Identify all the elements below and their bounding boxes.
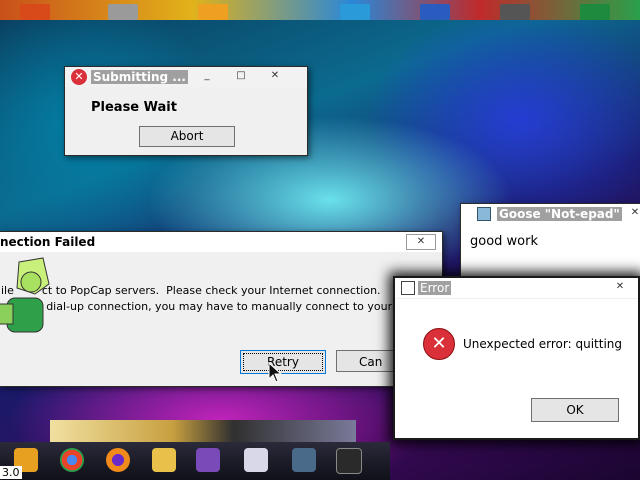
minimize-icon[interactable]: _ <box>193 69 221 83</box>
please-wait-message: Please Wait <box>91 100 177 115</box>
app-icon[interactable] <box>198 4 228 20</box>
titlebar[interactable]: nection Failed ✕ <box>0 232 442 252</box>
window-icon <box>401 281 415 295</box>
background-window-strip <box>50 420 356 442</box>
ok-button[interactable]: OK <box>531 398 619 422</box>
app-icon[interactable] <box>20 4 50 20</box>
cancel-button[interactable]: Can <box>336 350 396 372</box>
window-title: Goose "Not-epad" <box>497 207 622 221</box>
app-icon[interactable] <box>336 448 362 474</box>
notepad-icon <box>477 207 491 221</box>
app-icon[interactable] <box>108 4 138 20</box>
abort-button[interactable]: Abort <box>139 126 235 147</box>
maximize-icon[interactable]: □ <box>227 69 255 83</box>
error-message: Unexpected error: quitting <box>463 337 622 351</box>
app-icon[interactable] <box>340 4 370 20</box>
app-icon[interactable] <box>292 448 316 472</box>
connection-failed-dialog: nection Failed ✕ ile ct to PopCap server… <box>0 231 443 387</box>
submitting-dialog: ✕ Submitting ... _ □ ✕ Please Wait Abort <box>64 66 308 156</box>
close-icon[interactable]: ✕ <box>406 234 436 250</box>
close-icon[interactable]: ✕ <box>621 206 640 220</box>
peridot-character-image <box>0 254 65 344</box>
firefox-icon[interactable] <box>106 448 130 472</box>
corner-text: 3.0 <box>0 466 22 479</box>
file-explorer-icon[interactable] <box>152 448 176 472</box>
window-title: nection Failed <box>0 235 96 249</box>
desktop-icon-strip <box>0 0 640 20</box>
notepad-text[interactable]: good work <box>470 234 538 249</box>
error-dialog: Error ✕ ✕ Unexpected error: quitting OK <box>393 276 640 440</box>
goose-notepad-window: Goose "Not-epad" ✕ good work <box>460 203 640 285</box>
titlebar[interactable]: Goose "Not-epad" ✕ <box>461 204 640 224</box>
error-icon: ✕ <box>71 69 87 85</box>
word-icon[interactable] <box>420 4 450 20</box>
taskbar <box>0 442 390 480</box>
close-icon[interactable]: ✕ <box>606 280 634 294</box>
mouse-cursor <box>268 361 284 384</box>
app-icon[interactable] <box>244 448 268 472</box>
window-title: Submitting ... <box>91 70 188 84</box>
app-icon[interactable] <box>500 4 530 20</box>
titlebar[interactable]: ✕ Submitting ... _ □ ✕ <box>65 67 307 87</box>
error-icon: ✕ <box>423 328 455 360</box>
chrome-icon[interactable] <box>60 448 84 472</box>
window-title: Error <box>418 281 452 295</box>
app-icon[interactable] <box>196 448 220 472</box>
excel-icon[interactable] <box>580 4 610 20</box>
close-icon[interactable]: ✕ <box>261 69 289 83</box>
titlebar[interactable]: Error ✕ <box>395 278 638 298</box>
